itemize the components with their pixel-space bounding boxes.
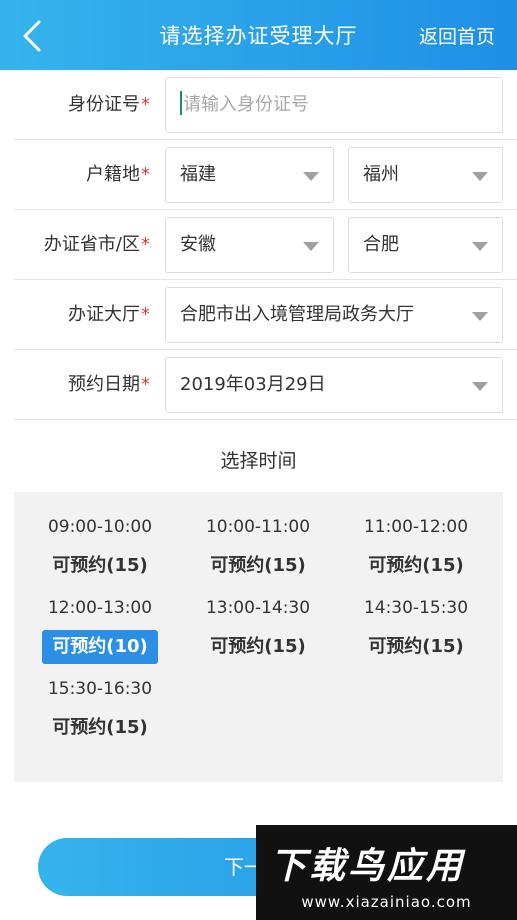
- time-slots-panel: 09:00-10:00 可预约(15) 10:00-11:00 可预约(15) …: [14, 492, 503, 782]
- slot-time: 10:00-11:00: [205, 517, 311, 537]
- household-city-select[interactable]: 福州: [348, 147, 503, 203]
- time-slot[interactable]: 11:00-12:00 可预约(15): [346, 514, 486, 583]
- date-select[interactable]: 2019年03月29日: [165, 357, 503, 413]
- slot-time: 14:30-15:30: [363, 598, 469, 618]
- issuing-city-label: 办证省市/区*: [43, 234, 150, 255]
- caret-down-icon: [472, 382, 488, 391]
- caret-down-icon: [303, 242, 319, 251]
- household-province-select[interactable]: 福建: [165, 147, 334, 203]
- time-slot[interactable]: 10:00-11:00 可预约(15): [188, 514, 328, 583]
- text-cursor: [180, 91, 182, 115]
- slot-availability: 可预约(10): [42, 630, 158, 664]
- form-row-issuing-city: 办证省市/区* 安徽 合肥: [14, 210, 517, 280]
- date-label: 预约日期*: [68, 374, 150, 395]
- home-link[interactable]: 返回首页: [419, 22, 495, 49]
- time-section-title: 选择时间: [220, 450, 297, 472]
- id-number-label: 身份证号*: [68, 94, 150, 115]
- watermark-brand: 下载鸟应用: [270, 846, 466, 887]
- slot-availability: 可预约(15): [210, 636, 306, 657]
- household-city-value: 福州: [363, 164, 399, 185]
- hall-select[interactable]: 合肥市出入境管理局政务大厅: [165, 287, 503, 343]
- required-mark: *: [141, 304, 150, 325]
- issuing-city-select[interactable]: 合肥: [348, 217, 503, 273]
- caret-down-icon: [472, 242, 488, 251]
- time-slot[interactable]: 09:00-10:00 可预约(15): [30, 514, 170, 583]
- issuing-province-value: 安徽: [180, 234, 216, 255]
- household-province-value: 福建: [180, 164, 216, 185]
- id-number-input[interactable]: 请输入身份证号: [165, 77, 503, 133]
- watermark-logo: 下载鸟应用 www.xiazainiao.com: [256, 825, 517, 920]
- required-mark: *: [141, 374, 150, 395]
- slot-time: 09:00-10:00: [47, 517, 153, 537]
- slot-time: 13:00-14:30: [205, 598, 311, 618]
- slot-availability: 可预约(15): [368, 555, 464, 576]
- form-row-id-number: 身份证号* 请输入身份证号: [14, 70, 517, 140]
- slot-time: 12:00-13:00: [47, 598, 153, 618]
- watermark-url: www.xiazainiao.com: [301, 893, 472, 911]
- issuing-city-value: 合肥: [363, 234, 399, 255]
- id-number-placeholder: 请输入身份证号: [183, 94, 309, 115]
- slot-availability: 可预约(15): [368, 636, 464, 657]
- issuing-province-select[interactable]: 安徽: [165, 217, 334, 273]
- slot-time: 15:30-16:30: [47, 679, 153, 699]
- form-row-hall: 办证大厅* 合肥市出入境管理局政务大厅: [14, 280, 517, 350]
- time-slot[interactable]: 13:00-14:30 可预约(15): [188, 595, 328, 664]
- slot-availability: 可预约(15): [52, 555, 148, 576]
- caret-down-icon: [472, 172, 488, 181]
- caret-down-icon: [472, 312, 488, 321]
- form-row-date: 预约日期* 2019年03月29日: [14, 350, 517, 420]
- caret-down-icon: [303, 172, 319, 181]
- required-mark: *: [141, 234, 150, 255]
- time-slot[interactable]: 14:30-15:30 可预约(15): [346, 595, 486, 664]
- top-nav-bar: 请选择办证受理大厅 返回首页: [0, 0, 517, 70]
- slot-availability: 可预约(15): [210, 555, 306, 576]
- required-mark: *: [141, 94, 150, 115]
- household-label: 户籍地*: [86, 164, 150, 185]
- form-row-household: 户籍地* 福建 福州: [14, 140, 517, 210]
- slot-availability: 可预约(15): [52, 717, 148, 738]
- slot-time: 11:00-12:00: [363, 517, 469, 537]
- time-slot[interactable]: 15:30-16:30 可预约(15): [30, 676, 170, 745]
- time-slot-selected[interactable]: 12:00-13:00 可预约(10): [30, 595, 170, 664]
- hall-label: 办证大厅*: [68, 304, 150, 325]
- hall-value: 合肥市出入境管理局政务大厅: [180, 304, 414, 325]
- date-value: 2019年03月29日: [180, 374, 326, 395]
- required-mark: *: [141, 164, 150, 185]
